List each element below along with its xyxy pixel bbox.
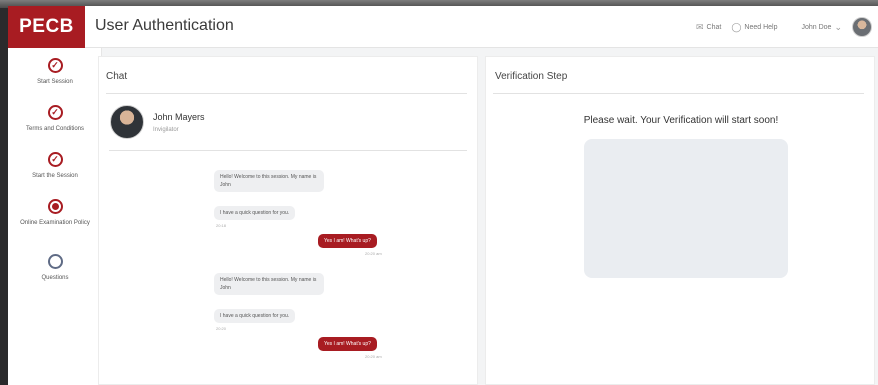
app-screen: PECB User Authentication ✉ Chat ◯ Need H… [8, 6, 878, 385]
message-time: 20:20 am [365, 354, 382, 359]
brand-logo[interactable]: PECB [8, 6, 85, 48]
message-time: 20:20 [216, 326, 227, 331]
pending-step-icon [47, 254, 63, 269]
step-label: Questions [41, 275, 69, 281]
camera-preview [584, 139, 788, 278]
chevron-down-icon: ⌄ [834, 21, 842, 32]
verification-message: Please wait. Your Verification will star… [583, 115, 779, 126]
message-incoming: I have a quick question for you. [214, 309, 296, 323]
help-link-label: Need Help [744, 23, 778, 31]
message-time: 20:18 [216, 223, 227, 228]
message-incoming: I have a quick question for you. [214, 206, 296, 220]
page-title: User Authentication [95, 17, 234, 34]
user-avatar[interactable] [852, 17, 872, 37]
chat-panel: Chat John Mayers Invigilator Hello! Welc… [98, 56, 478, 385]
invigilator-role: Invigilator [153, 127, 179, 133]
message-incoming: Hello! Welcome to this session. My name … [214, 273, 324, 295]
message-outgoing: Yes I am! What's up? [318, 234, 377, 248]
verification-panel: Verification Step Please wait. Your Veri… [485, 56, 875, 385]
progress-sidebar: ✓ Start Session ✓ Terms and Conditions ✓… [8, 48, 102, 385]
divider [493, 93, 864, 94]
message-time: 20:20 am [365, 251, 382, 256]
chat-title: Chat [106, 71, 128, 82]
current-step-icon [47, 199, 63, 214]
chat-link-label: Chat [706, 23, 722, 31]
step-questions[interactable]: Questions [8, 254, 102, 282]
chat-icon: ✉ [695, 21, 704, 32]
check-icon: ✓ [47, 152, 63, 167]
step-label: Online Examination Policy [20, 220, 90, 226]
user-name: John Doe [801, 23, 832, 31]
divider [106, 93, 467, 94]
message-incoming: Hello! Welcome to this session. My name … [214, 170, 324, 192]
step-online-examination-policy[interactable]: Online Examination Policy [8, 199, 102, 227]
step-label: Start the Session [32, 173, 78, 179]
invigilator-name: John Mayers [153, 112, 205, 122]
header-actions: ✉ Chat ◯ Need Help John Doe ⌄ [696, 6, 872, 48]
step-terms-and-conditions[interactable]: ✓ Terms and Conditions [8, 105, 102, 133]
verification-title: Verification Step [495, 71, 568, 82]
check-icon: ✓ [47, 105, 63, 120]
help-link[interactable]: ◯ Need Help [731, 22, 777, 33]
step-start-the-session[interactable]: ✓ Start the Session [8, 152, 102, 180]
chat-link[interactable]: ✉ Chat [696, 22, 721, 33]
step-label: Terms and Conditions [25, 126, 85, 132]
help-icon: ◯ [731, 21, 742, 32]
check-icon: ✓ [47, 58, 63, 73]
user-menu[interactable]: John Doe ⌄ [801, 22, 842, 33]
invigilator-avatar [110, 105, 144, 139]
message-outgoing: Yes I am! What's up? [318, 337, 377, 351]
step-start-session[interactable]: ✓ Start Session [8, 58, 102, 86]
top-header: PECB User Authentication ✉ Chat ◯ Need H… [8, 6, 878, 48]
step-label: Start Session [37, 79, 73, 85]
invigilator-card: John Mayers Invigilator [109, 99, 467, 151]
